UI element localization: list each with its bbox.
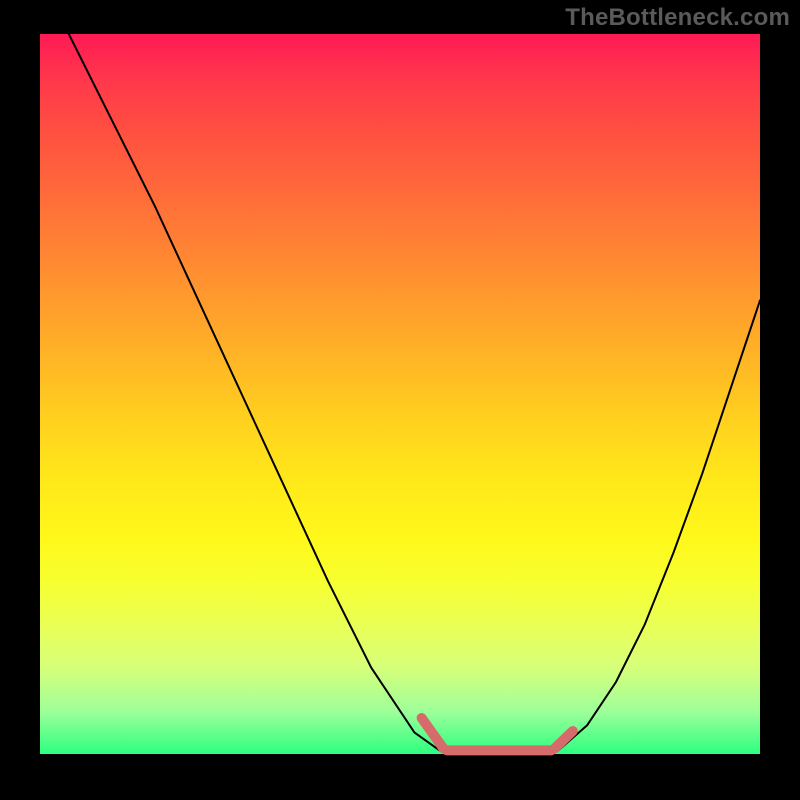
accent-right-segment <box>555 731 573 748</box>
left-curve-line <box>69 34 440 750</box>
right-curve-line <box>558 300 760 750</box>
watermark-text: TheBottleneck.com <box>565 4 790 32</box>
accent-left-segment <box>422 718 444 748</box>
chart-frame: TheBottleneck.com <box>0 0 800 800</box>
chart-svg <box>40 34 760 754</box>
plot-area <box>40 34 760 754</box>
